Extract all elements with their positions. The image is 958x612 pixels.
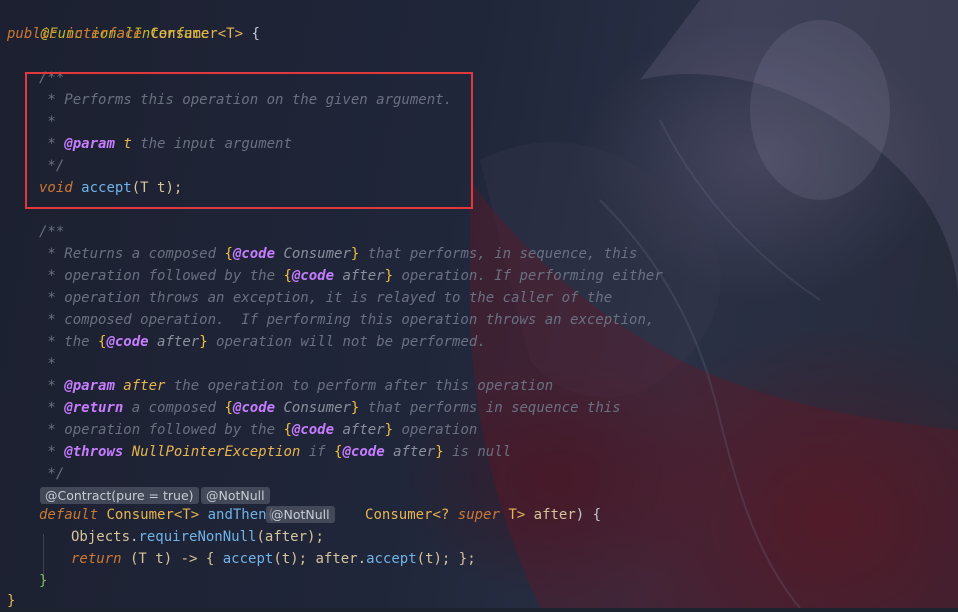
comment-text: * operation followed by the: [39, 268, 284, 284]
code-line-10: * Returns a composed {@code Consumer} th…: [39, 243, 637, 265]
comment-text: operation will not be performed.: [207, 334, 486, 350]
code-line-11: * operation followed by the {@code after…: [39, 265, 663, 287]
code-line-23: return (T t) -> { accept(t); after.accep…: [71, 548, 476, 570]
keyword-return: return: [71, 551, 122, 567]
javadoc-exception-name: NullPointerException: [123, 444, 301, 460]
param-type: Consumer<?: [365, 507, 458, 523]
code-line-14: * the {@code after} operation will not b…: [39, 331, 486, 353]
code-line-2: public interface Consumer<T> {: [7, 23, 260, 45]
javadoc-code-tag: @code: [342, 444, 385, 460]
inline-brace: {: [224, 400, 233, 416]
javadoc-code-tag: @code: [232, 246, 276, 262]
code-line-20: */: [39, 466, 65, 482]
method-andthen: andThen: [207, 507, 267, 523]
comment-star: *: [39, 378, 65, 394]
code-ref: after: [334, 422, 385, 438]
comment-text: is null: [443, 444, 512, 460]
method-requirenonnull: requireNonNull: [138, 529, 257, 545]
param-notnull-inlay-hint[interactable]: @NotNull: [266, 506, 335, 523]
javadoc-throws-tag: @throws: [64, 444, 124, 460]
javadoc-code-tag: @code: [291, 422, 335, 438]
lambda-head: (T t) -> {: [121, 551, 223, 567]
code-line-12: * operation throws an exception, it is r…: [39, 290, 613, 306]
code-ref: after: [384, 444, 436, 460]
code-line-1: @FunctionalInterface: [7, 1, 210, 42]
method-accept-call: accept: [366, 551, 417, 567]
comment-text: that performs in sequence this: [359, 400, 621, 416]
comment-text: operation: [393, 422, 478, 438]
inline-brace: {: [224, 246, 233, 262]
comment-star: *: [39, 444, 65, 460]
after-ref: after: [315, 551, 358, 567]
code-ref: after: [148, 334, 200, 350]
code-line-13: * composed operation. If performing this…: [39, 312, 655, 328]
javadoc-param-name: after: [114, 378, 166, 394]
javadoc-param-tag: @param: [64, 378, 115, 394]
keyword-super: super: [457, 507, 500, 523]
method-args: (after);: [256, 529, 324, 545]
code-ref: Consumer: [275, 400, 351, 416]
code-line-18: * operation followed by the {@code after…: [39, 419, 477, 441]
inline-brace: {: [283, 422, 292, 438]
code-line-22: Objects.requireNonNull(after);: [71, 526, 324, 548]
javadoc-code-tag: @code: [106, 334, 149, 350]
code-line-16: * @param after the operation to perform …: [39, 375, 553, 397]
method-accept-call: accept: [222, 551, 274, 567]
param-type-bound: T>: [499, 507, 534, 523]
javadoc-return-tag: @return: [64, 400, 124, 416]
code-line-17: * @return a composed {@code Consumer} th…: [39, 397, 621, 419]
comment-text: if: [300, 444, 335, 460]
inline-brace: {: [283, 268, 292, 284]
code-ref: after: [334, 268, 385, 284]
keyword-default: default: [39, 507, 99, 523]
call-args: (t);: [273, 551, 316, 567]
interface-name: Consumer<T>: [150, 26, 244, 42]
code-line-25: }: [7, 593, 16, 609]
comment-text: * operation followed by the: [39, 422, 284, 438]
open-brace: {: [592, 507, 602, 523]
code-line-15: *: [39, 356, 56, 372]
contract-inlay-hint[interactable]: @Contract(pure = true): [40, 487, 199, 504]
comment-text: a composed: [123, 400, 225, 416]
javadoc-param-desc: the operation to perform after this oper…: [165, 378, 554, 394]
javadoc-code-tag: @code: [232, 400, 276, 416]
code-line-19: * @throws NullPointerException if {@code…: [39, 441, 511, 463]
keyword-public: public: [7, 26, 58, 42]
inline-brace: }: [435, 444, 444, 460]
call-args: (t); };: [416, 551, 476, 567]
comment-text: that performs, in sequence, this: [359, 246, 638, 262]
inline-brace: }: [384, 268, 394, 284]
code-line-9: /**: [39, 224, 65, 240]
javadoc-code-tag: @code: [291, 268, 335, 284]
code-ref: Consumer: [275, 246, 351, 262]
objects-class: Objects: [71, 529, 131, 545]
notnull-inlay-hint[interactable]: @NotNull: [201, 487, 270, 504]
code-line-24: }: [39, 573, 48, 589]
open-brace: {: [251, 26, 260, 42]
inline-brace: }: [384, 422, 394, 438]
highlight-box: [25, 72, 473, 209]
keyword-interface: interface: [66, 26, 142, 42]
comment-star: *: [39, 400, 65, 416]
comment-text: * the: [39, 334, 99, 350]
comment-text: * Returns a composed: [39, 246, 225, 262]
comment-text: operation. If performing either: [393, 268, 663, 284]
dot: .: [357, 551, 367, 567]
param-after: after: [533, 507, 576, 523]
inline-brace: }: [199, 334, 208, 350]
return-type: Consumer<T>: [98, 507, 208, 523]
close-paren: ): [575, 507, 593, 523]
